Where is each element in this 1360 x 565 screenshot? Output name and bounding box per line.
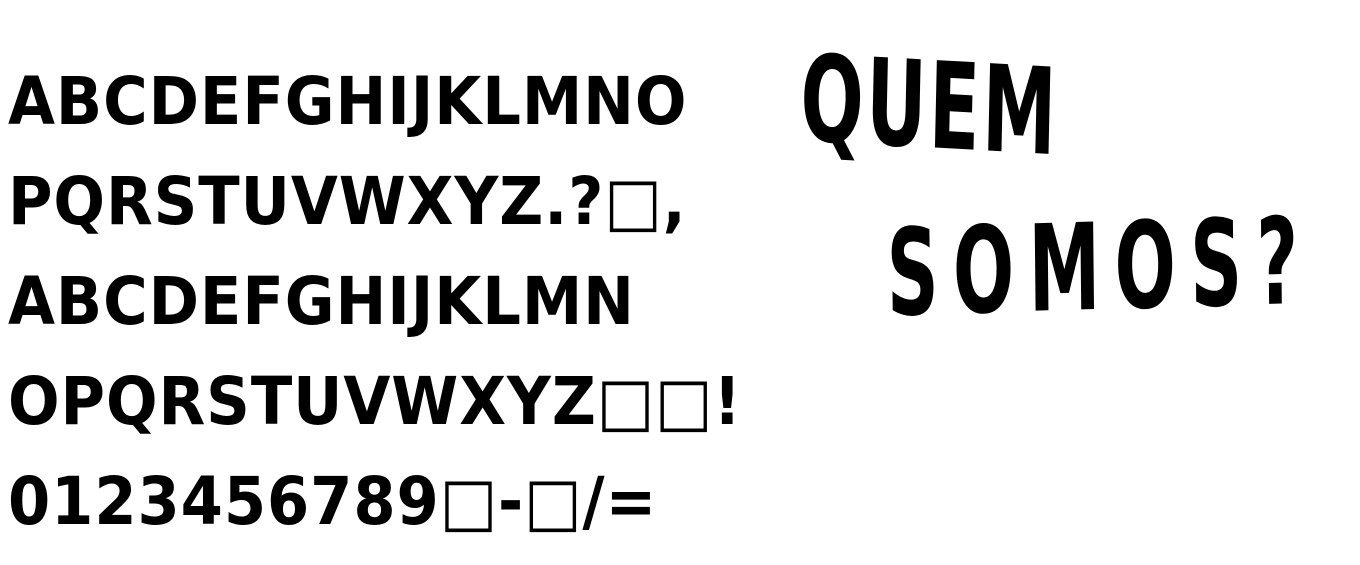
- specimen-line: ABCDEFGHIJKLMN: [8, 260, 798, 344]
- specimen-line: PQRSTUVWXYZ.?□,: [8, 160, 798, 244]
- specimen-line: OPQRSTUVWXYZ□□!: [8, 360, 798, 444]
- specimen-line-text: 0123456789□-□/=: [8, 463, 658, 540]
- specimen-line-text: ABCDEFGHIJKLMNO: [8, 63, 688, 140]
- specimen-line: 0123456789□-□/=: [8, 460, 798, 544]
- heading-line-2: SOMOS?: [886, 192, 1314, 344]
- specimen-line: ABCDEFGHIJKLMNO: [8, 60, 798, 144]
- quem-somos-heading: QUEM SOMOS?: [798, 30, 1340, 370]
- heading-line-1: QUEM: [798, 30, 1061, 184]
- specimen-line-text: OPQRSTUVWXYZ□□!: [8, 363, 742, 440]
- font-specimen: ABCDEFGHIJKLMNO PQRSTUVWXYZ.?□, ABCDEFGH…: [8, 60, 798, 544]
- specimen-line-text: ABCDEFGHIJKLMN: [8, 263, 635, 340]
- specimen-line-text: PQRSTUVWXYZ.?□,: [8, 163, 687, 240]
